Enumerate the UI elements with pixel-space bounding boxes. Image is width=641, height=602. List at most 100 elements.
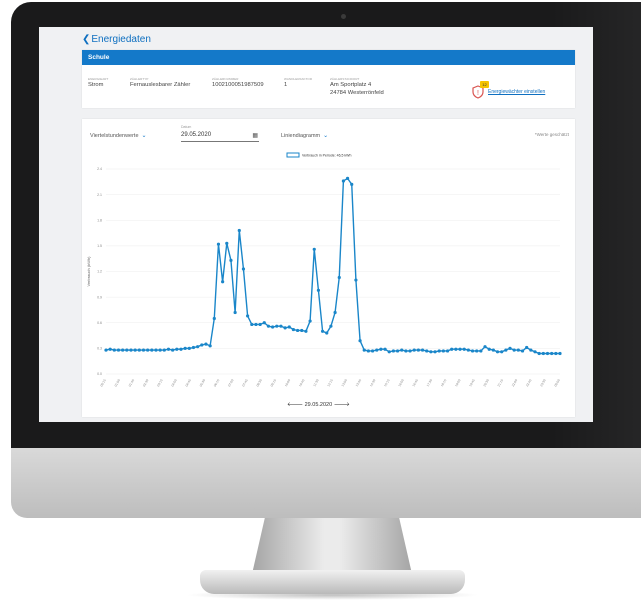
data-point[interactable] bbox=[246, 314, 250, 318]
data-point[interactable] bbox=[237, 228, 241, 233]
data-point[interactable] bbox=[500, 350, 504, 354]
data-point[interactable] bbox=[454, 347, 458, 351]
calendar-icon[interactable]: ▦ bbox=[252, 132, 258, 139]
data-point[interactable] bbox=[525, 345, 529, 350]
data-point[interactable] bbox=[166, 347, 171, 351]
chart-type-select[interactable]: Liniendiagramm ⌄ bbox=[281, 132, 328, 139]
data-point[interactable] bbox=[408, 349, 412, 353]
data-point[interactable] bbox=[487, 347, 491, 351]
data-point[interactable] bbox=[375, 348, 379, 352]
data-point[interactable] bbox=[212, 316, 216, 321]
data-point[interactable] bbox=[266, 324, 271, 328]
data-point[interactable] bbox=[141, 348, 146, 352]
data-point[interactable] bbox=[283, 326, 287, 330]
data-point[interactable] bbox=[350, 182, 354, 186]
data-point[interactable] bbox=[162, 348, 166, 352]
data-point[interactable] bbox=[395, 349, 400, 353]
data-point[interactable] bbox=[345, 176, 350, 180]
arrow-left-icon[interactable]: 🡐 bbox=[287, 402, 303, 408]
data-point[interactable] bbox=[504, 348, 508, 352]
data-point[interactable] bbox=[304, 329, 308, 333]
data-point[interactable] bbox=[320, 329, 325, 333]
data-point[interactable] bbox=[121, 348, 125, 352]
data-point[interactable] bbox=[158, 348, 162, 352]
legend[interactable]: Verbrauch in Periode: 46,5 kWh bbox=[286, 152, 351, 158]
data-point[interactable] bbox=[204, 342, 208, 346]
data-point[interactable] bbox=[358, 339, 362, 343]
date-input[interactable]: 29.05.2020 ▦ bbox=[181, 132, 259, 142]
data-point[interactable] bbox=[404, 349, 408, 353]
data-point[interactable] bbox=[400, 348, 404, 352]
data-point[interactable] bbox=[512, 348, 516, 352]
data-point[interactable] bbox=[171, 348, 175, 352]
energy-guard-link[interactable]: Energiewächter einstellen bbox=[488, 89, 545, 95]
data-point[interactable] bbox=[520, 349, 525, 353]
data-point[interactable] bbox=[150, 348, 154, 352]
data-point[interactable] bbox=[354, 278, 358, 282]
data-point[interactable] bbox=[308, 319, 312, 323]
data-point[interactable] bbox=[366, 349, 371, 353]
granularity-select[interactable]: Viertelstundenwerte ⌄ bbox=[90, 132, 147, 139]
data-point[interactable] bbox=[537, 351, 541, 356]
data-point[interactable] bbox=[196, 345, 200, 349]
data-point[interactable] bbox=[516, 348, 520, 352]
data-point[interactable] bbox=[508, 346, 512, 350]
data-point[interactable] bbox=[271, 325, 275, 329]
data-point[interactable] bbox=[450, 347, 454, 351]
data-point[interactable] bbox=[233, 310, 237, 315]
data-point[interactable] bbox=[429, 350, 433, 354]
data-point[interactable] bbox=[295, 328, 300, 333]
data-point[interactable] bbox=[462, 347, 466, 351]
data-point[interactable] bbox=[108, 347, 112, 351]
data-point[interactable] bbox=[316, 288, 321, 292]
data-point[interactable] bbox=[200, 343, 204, 347]
data-point[interactable] bbox=[187, 346, 191, 350]
data-point[interactable] bbox=[458, 347, 462, 351]
data-point[interactable] bbox=[129, 348, 133, 352]
data-point[interactable] bbox=[420, 348, 425, 352]
data-point[interactable] bbox=[287, 325, 291, 329]
data-point[interactable] bbox=[483, 345, 487, 349]
data-point[interactable] bbox=[541, 351, 545, 356]
data-point[interactable] bbox=[279, 324, 283, 328]
data-point[interactable] bbox=[258, 322, 262, 327]
data-point[interactable] bbox=[329, 324, 333, 328]
data-point[interactable] bbox=[533, 350, 537, 354]
data-point[interactable] bbox=[137, 348, 141, 352]
data-point[interactable] bbox=[241, 267, 246, 271]
data-point[interactable] bbox=[466, 348, 470, 352]
data-point[interactable] bbox=[179, 347, 183, 351]
data-point[interactable] bbox=[441, 349, 445, 353]
data-point[interactable] bbox=[275, 324, 279, 328]
data-point[interactable] bbox=[208, 344, 212, 348]
data-point[interactable] bbox=[379, 347, 383, 351]
data-point[interactable] bbox=[475, 349, 479, 353]
data-point[interactable] bbox=[300, 328, 304, 333]
data-point[interactable] bbox=[146, 348, 150, 352]
data-point[interactable] bbox=[391, 349, 395, 353]
data-point[interactable] bbox=[445, 349, 450, 353]
data-point[interactable] bbox=[337, 275, 341, 280]
data-point[interactable] bbox=[412, 348, 416, 352]
data-point[interactable] bbox=[125, 348, 129, 352]
data-point[interactable] bbox=[225, 241, 229, 245]
data-point[interactable] bbox=[341, 179, 346, 183]
data-point[interactable] bbox=[112, 348, 116, 352]
data-point[interactable] bbox=[333, 310, 337, 315]
data-point[interactable] bbox=[254, 322, 258, 327]
data-point[interactable] bbox=[470, 349, 475, 353]
data-point[interactable] bbox=[229, 258, 233, 262]
data-point[interactable] bbox=[479, 349, 483, 353]
data-point[interactable] bbox=[495, 350, 500, 354]
data-point[interactable] bbox=[433, 350, 437, 354]
data-point[interactable] bbox=[437, 349, 441, 353]
data-point[interactable] bbox=[191, 345, 196, 350]
data-point[interactable] bbox=[175, 347, 179, 351]
arrow-right-icon[interactable]: 🡒 bbox=[334, 402, 350, 408]
data-point[interactable] bbox=[529, 348, 533, 352]
data-point[interactable] bbox=[558, 351, 562, 356]
data-point[interactable] bbox=[154, 348, 158, 352]
data-point[interactable] bbox=[387, 350, 391, 354]
data-point[interactable] bbox=[491, 348, 495, 352]
data-point[interactable] bbox=[221, 280, 225, 284]
